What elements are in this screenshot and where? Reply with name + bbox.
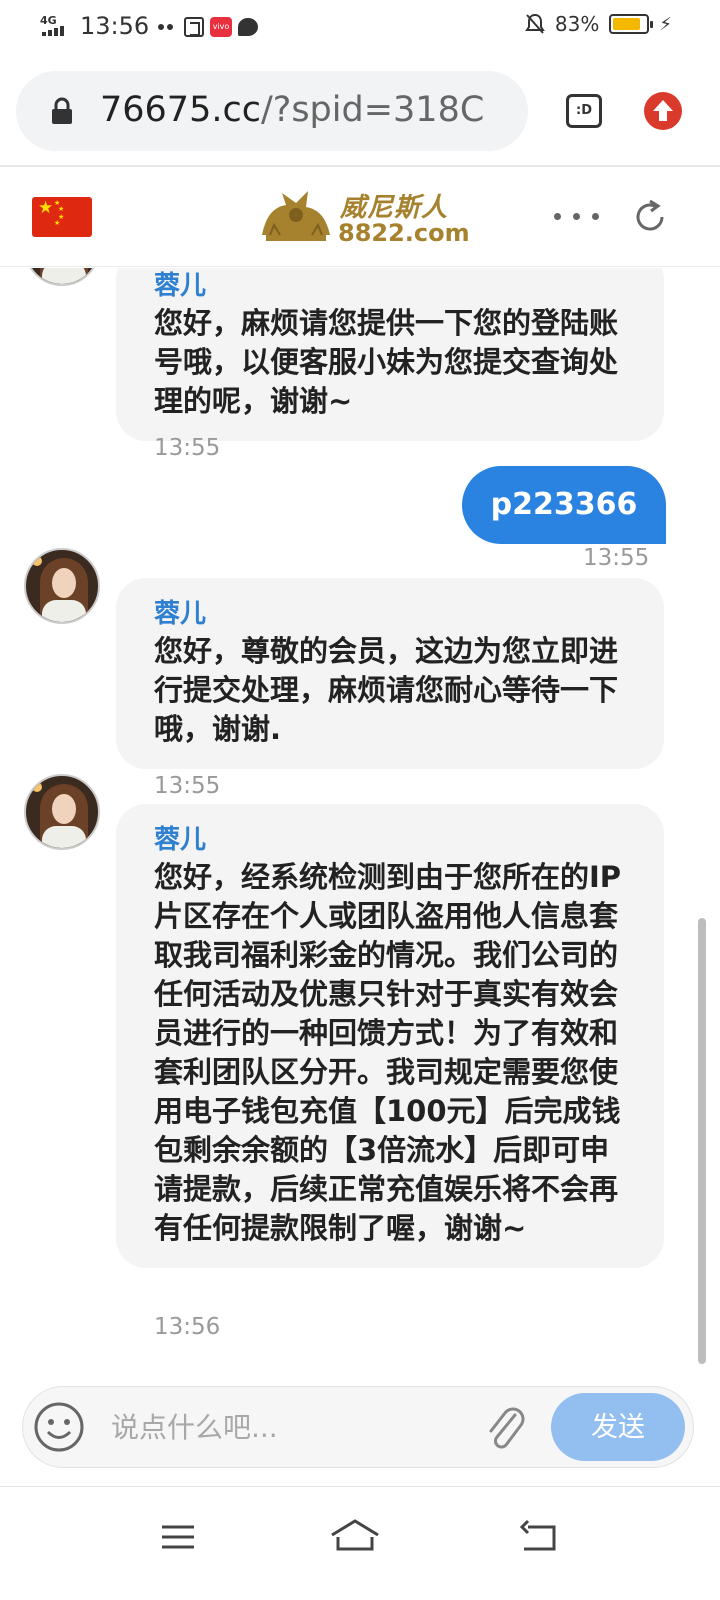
emoji-icon[interactable]: [33, 1401, 85, 1453]
scrollbar[interactable]: [698, 918, 706, 1364]
message-text: 您好，经系统检测到由于您所在的IP片区存在个人或团队盗用他人信息套取我司福利彩金…: [154, 860, 622, 1245]
site-logo[interactable]: 威尼斯人 8822.com: [256, 185, 470, 247]
tabs-icon[interactable]: :D: [566, 94, 602, 128]
incoming-message: 蓉儿 您好，尊敬的会员，这边为您立即进行提交处理，麻烦请您耐心等待一下哦，谢谢.: [116, 578, 664, 769]
back-icon[interactable]: [514, 1517, 564, 1557]
url-domain: 76675.cc: [100, 90, 261, 130]
url-text[interactable]: 76675.cc/?spid=318C: [100, 90, 484, 130]
notification-icons: vivo: [158, 17, 258, 37]
url-path: /?spid=318C: [260, 90, 485, 130]
logo-domain-text: 8822.com: [338, 219, 470, 247]
message-notification-icon: [238, 18, 258, 36]
more-icon[interactable]: [554, 213, 599, 220]
chat-area[interactable]: 蓉儿 您好，麻烦请您提供一下您的登陆账号哦，以便客服小妹为您提交查询处理的呢，谢…: [0, 268, 720, 1390]
refresh-icon[interactable]: [630, 197, 670, 237]
mute-icon: [525, 13, 545, 35]
app-notification-icon: [184, 17, 204, 37]
message-time: 13:55: [583, 545, 650, 571]
message-composer: 发送: [22, 1386, 694, 1468]
battery-icon: [609, 14, 654, 34]
incoming-message: 蓉儿 您好，麻烦请您提供一下您的登陆账号哦，以便客服小妹为您提交查询处理的呢，谢…: [116, 268, 664, 441]
signal-icon: 4G: [40, 14, 74, 40]
sender-name: 蓉儿: [154, 599, 207, 629]
message-time: 13:55: [154, 773, 221, 799]
winged-lion-logo-icon: [262, 191, 330, 241]
message-text: 您好，尊敬的会员，这边为您立即进行提交处理，麻烦请您耐心等待一下哦，谢谢.: [154, 634, 619, 746]
status-bar: 4G 13:56 vivo 83% ⚡: [0, 0, 720, 56]
update-icon[interactable]: [644, 92, 682, 130]
lock-icon: [50, 97, 74, 125]
battery-percent: 83%: [554, 12, 600, 36]
message-time: 13:55: [154, 435, 221, 461]
browser-toolbar: 76675.cc/?spid=318C :D: [0, 56, 720, 166]
incoming-message: 蓉儿 您好，经系统检测到由于您所在的IP片区存在个人或团队盗用他人信息套取我司福…: [116, 804, 664, 1268]
message-text: 您好，麻烦请您提供一下您的登陆账号哦，以便客服小妹为您提交查询处理的呢，谢谢~: [154, 306, 619, 418]
system-nav-bar: [0, 1487, 720, 1600]
home-icon[interactable]: [330, 1517, 380, 1557]
message-time: 13:56: [154, 1314, 221, 1340]
agent-avatar: [24, 268, 100, 286]
agent-avatar: [24, 548, 100, 624]
sender-name: 蓉儿: [154, 825, 207, 855]
message-input[interactable]: [111, 1405, 471, 1449]
agent-avatar: [24, 774, 100, 850]
menu-icon[interactable]: [154, 1517, 204, 1557]
outgoing-message: p223366: [462, 466, 666, 544]
send-button[interactable]: 发送: [551, 1393, 685, 1461]
address-bar[interactable]: 76675.cc/?spid=318C: [16, 71, 528, 151]
flag-icon[interactable]: ★ ★ ★ ★ ★: [32, 197, 92, 237]
dots-icon: [158, 17, 178, 37]
charging-icon: ⚡: [659, 13, 672, 35]
clock: 13:56: [80, 12, 150, 40]
sender-name: 蓉儿: [154, 271, 207, 301]
site-header: ★ ★ ★ ★ ★ 威尼斯人 8822.com: [0, 167, 720, 267]
attach-icon[interactable]: [483, 1401, 527, 1455]
vivo-notification-icon: vivo: [210, 17, 232, 37]
